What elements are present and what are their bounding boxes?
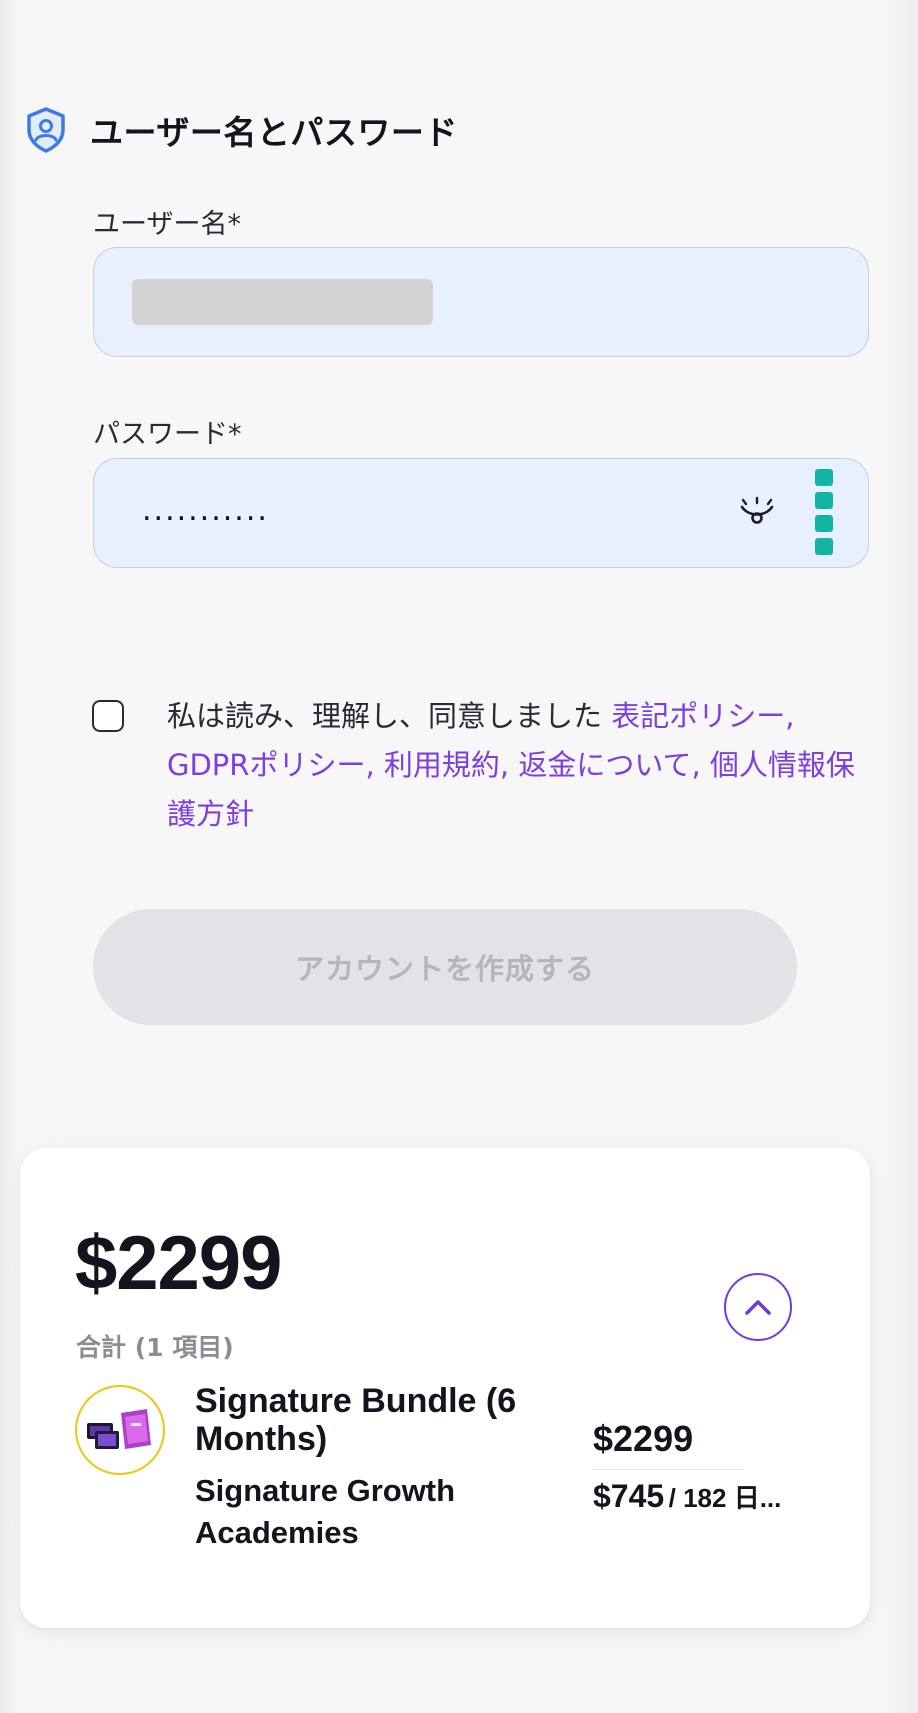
product-vendor: Signature Growth Academies (195, 1473, 456, 1550)
username-redacted-value (132, 279, 433, 325)
username-field[interactable] (93, 247, 869, 357)
page-edge-left (0, 0, 18, 1713)
chevron-up-icon (745, 1300, 771, 1315)
installment-price: $745 / 182 日... (593, 1478, 781, 1515)
disclosure-policy-link[interactable]: 表記ポリシー, (611, 699, 794, 733)
password-field[interactable]: ........... (93, 458, 869, 568)
section-header: ユーザー名とパスワード (24, 106, 458, 154)
terms-of-use-link[interactable]: 利用規約, (384, 748, 509, 782)
password-value: ........... (142, 493, 269, 528)
product-name: Signature Bundle (6 Months) (195, 1382, 517, 1458)
product-bundle-image (87, 1409, 151, 1449)
item-price: $2299 (593, 1418, 694, 1459)
total-label: 合計 (1 項目) (76, 1333, 234, 1362)
section-title: ユーザー名とパスワード (90, 113, 458, 152)
collapse-summary-button[interactable] (724, 1273, 792, 1341)
product-thumbnail (75, 1385, 165, 1475)
total-price: $2299 (75, 1221, 282, 1306)
consent-text: 私は読み、理解し、同意しました 表記ポリシー, GDPRポリシー, 利用規約, … (167, 692, 877, 839)
refund-policy-link[interactable]: 返金について, (518, 748, 700, 782)
order-summary-card: $2299 合計 (1 項目) Signature Bundle (6 Mont… (20, 1148, 870, 1628)
gdpr-policy-link[interactable]: GDPRポリシー, (167, 748, 375, 782)
page-edge-right (878, 0, 918, 1713)
eye-icon[interactable] (737, 495, 777, 529)
installment-period: / 182 日... (668, 1483, 782, 1513)
username-label: ユーザー名* (93, 209, 241, 240)
price-divider (593, 1469, 743, 1470)
consent-checkbox[interactable] (92, 700, 124, 732)
create-account-button[interactable]: アカウントを作成する (93, 909, 797, 1025)
consent-prefix: 私は読み、理解し、同意しました (167, 699, 612, 733)
password-manager-icon[interactable] (815, 469, 837, 557)
installment-amount: $745 (593, 1478, 665, 1514)
shield-user-icon (27, 107, 65, 153)
password-label: パスワード* (93, 419, 242, 450)
